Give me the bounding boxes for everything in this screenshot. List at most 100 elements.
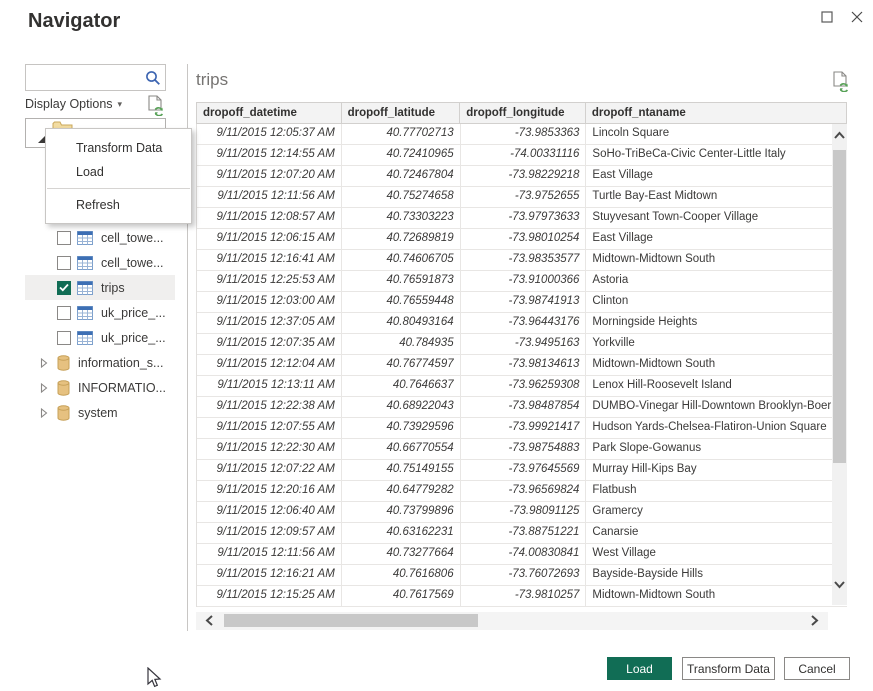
column-header: dropoff_ntaname (586, 103, 846, 123)
vertical-scrollbar-thumb[interactable] (833, 150, 846, 463)
table-row: 9/11/2015 12:06:15 AM40.72689819-73.9801… (197, 229, 847, 250)
table-cell: 9/11/2015 12:37:05 AM (197, 313, 342, 333)
tree-item-uk-price[interactable]: uk_price_... (25, 300, 175, 325)
table-row: 9/11/2015 12:16:41 AM40.74606705-73.9835… (197, 250, 847, 271)
table-cell: SoHo-TriBeCa-Civic Center-Little Italy (586, 145, 847, 165)
scroll-down-icon[interactable] (833, 580, 846, 590)
table-cell: 9/11/2015 12:07:20 AM (197, 166, 342, 186)
table-cell: 9/11/2015 12:25:53 AM (197, 271, 342, 291)
table-row: 9/11/2015 12:07:20 AM40.72467804-73.9822… (197, 166, 847, 187)
vertical-scrollbar[interactable] (832, 124, 847, 605)
table-cell: -73.97973633 (461, 208, 587, 228)
table-cell: -73.88751221 (461, 523, 587, 543)
scroll-left-icon[interactable] (204, 614, 214, 627)
checkbox-unchecked[interactable] (57, 306, 71, 320)
load-button[interactable]: Load (607, 657, 672, 680)
table-cell: -74.00830841 (461, 544, 587, 564)
table-cell: -73.9810257 (461, 586, 587, 606)
table-cell: Hudson Yards-Chelsea-Flatiron-Union Squa… (586, 418, 847, 438)
table-cell: Astoria (586, 271, 847, 291)
table-cell: 9/11/2015 12:08:57 AM (197, 208, 342, 228)
refresh-preview-icon[interactable] (147, 95, 165, 116)
menu-item-refresh[interactable]: Refresh (46, 193, 191, 217)
table-cell: 9/11/2015 12:11:56 AM (197, 187, 342, 207)
scroll-up-icon[interactable] (833, 130, 846, 140)
tree-item-label: cell_towe... (101, 256, 164, 270)
table-cell: 9/11/2015 12:22:30 AM (197, 439, 342, 459)
database-icon (57, 355, 70, 371)
table-cell: Midtown-Midtown South (586, 355, 847, 375)
checkbox-unchecked[interactable] (57, 231, 71, 245)
table-cell: 40.76774597 (342, 355, 461, 375)
transform-data-button[interactable]: Transform Data (682, 657, 775, 680)
checkbox-unchecked[interactable] (57, 331, 71, 345)
table-cell: 40.7646637 (342, 376, 461, 396)
menu-item-load[interactable]: Load (46, 160, 191, 184)
refresh-preview-icon[interactable] (832, 71, 850, 92)
tree-item-system[interactable]: system (25, 400, 175, 425)
tree-item-informatio[interactable]: INFORMATIO... (25, 375, 175, 400)
table-row: 9/11/2015 12:20:16 AM40.64779282-73.9656… (197, 481, 847, 502)
table-cell: -73.76072693 (461, 565, 587, 585)
tree-item-label: cell_towe... (101, 231, 164, 245)
table-cell: Clinton (586, 292, 847, 312)
cancel-button[interactable]: Cancel (784, 657, 850, 680)
display-options-dropdown[interactable]: Display Options ▾ (25, 97, 122, 111)
tree-item-trips[interactable]: trips (25, 275, 175, 300)
table-cell: Yorkville (586, 334, 847, 354)
table-row: 9/11/2015 12:37:05 AM40.80493164-73.9644… (197, 313, 847, 334)
table-cell: 40.75274658 (342, 187, 461, 207)
column-header: dropoff_longitude (460, 103, 586, 123)
tree-item-label: INFORMATIO... (78, 381, 166, 395)
tree-item-cell-towe[interactable]: cell_towe... (25, 250, 175, 275)
table-cell: 40.66770554 (342, 439, 461, 459)
column-header: dropoff_datetime (197, 103, 342, 123)
horizontal-scrollbar-thumb[interactable] (224, 614, 478, 627)
chevron-right-icon[interactable] (40, 408, 48, 418)
preview-table-title: trips (196, 70, 228, 90)
tree-item-information-s[interactable]: information_s... (25, 350, 175, 375)
search-input[interactable] (26, 71, 144, 85)
horizontal-scrollbar[interactable] (196, 612, 828, 630)
table-cell: 40.73929596 (342, 418, 461, 438)
menu-item-transform-data[interactable]: Transform Data (46, 136, 191, 160)
checkbox-unchecked[interactable] (57, 256, 71, 270)
tree-item-cell-towe[interactable]: cell_towe... (25, 225, 175, 250)
table-cell: 40.784935 (342, 334, 461, 354)
page-title: Navigator (28, 10, 120, 33)
table-cell: Morningside Heights (586, 313, 847, 333)
table-cell: 9/11/2015 12:06:15 AM (197, 229, 342, 249)
checkbox-checked[interactable] (57, 281, 71, 295)
tree-list: cell_towe...cell_towe...cell_towe...trip… (25, 200, 175, 425)
maximize-icon[interactable] (819, 9, 835, 25)
search-box (25, 64, 166, 91)
search-icon[interactable] (144, 69, 162, 87)
table-row: 9/11/2015 12:06:40 AM40.73799896-73.9809… (197, 502, 847, 523)
table-cell: 40.76559448 (342, 292, 461, 312)
tree-item-label: uk_price_... (101, 331, 166, 345)
scroll-right-icon[interactable] (810, 614, 820, 627)
table-cell: -73.98487854 (461, 397, 587, 417)
table-row: 9/11/2015 12:07:35 AM40.784935-73.949516… (197, 334, 847, 355)
table-cell: Midtown-Midtown South (586, 586, 847, 606)
chevron-right-icon[interactable] (40, 358, 48, 368)
tree-item-uk-price[interactable]: uk_price_... (25, 325, 175, 350)
table-cell: 40.80493164 (342, 313, 461, 333)
table-cell: 40.72410965 (342, 145, 461, 165)
table-cell: -73.97645569 (461, 460, 587, 480)
table-row: 9/11/2015 12:25:53 AM40.76591873-73.9100… (197, 271, 847, 292)
close-icon[interactable] (849, 9, 865, 25)
table-cell: Bayside-Bayside Hills (586, 565, 847, 585)
table-cell: 40.73799896 (342, 502, 461, 522)
table-cell: 40.63162231 (342, 523, 461, 543)
table-row: 9/11/2015 12:13:11 AM40.7646637-73.96259… (197, 376, 847, 397)
table-cell: 9/11/2015 12:14:55 AM (197, 145, 342, 165)
table-cell: 40.76591873 (342, 271, 461, 291)
table-row: 9/11/2015 12:08:57 AM40.73303223-73.9797… (197, 208, 847, 229)
chevron-right-icon[interactable] (40, 383, 48, 393)
table-row: 9/11/2015 12:12:04 AM40.76774597-73.9813… (197, 355, 847, 376)
table-cell: 9/11/2015 12:13:11 AM (197, 376, 342, 396)
database-icon (57, 380, 70, 396)
table-cell: 9/11/2015 12:16:21 AM (197, 565, 342, 585)
table-row: 9/11/2015 12:11:56 AM40.75274658-73.9752… (197, 187, 847, 208)
